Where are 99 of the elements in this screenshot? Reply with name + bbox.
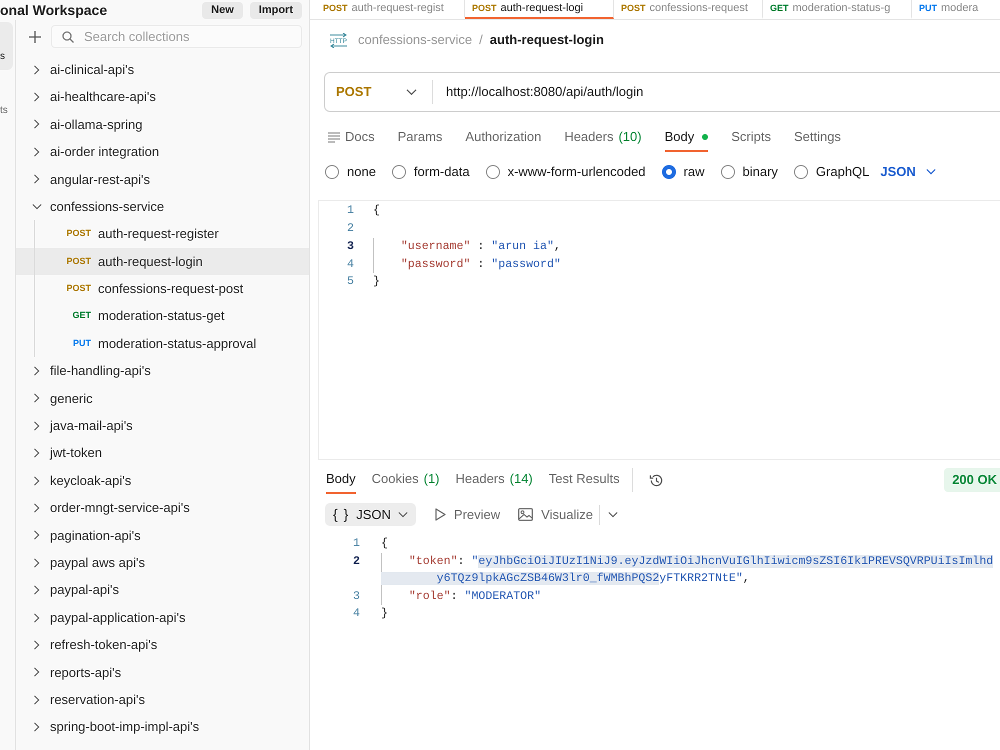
request-item[interactable]: POST auth-request-login xyxy=(16,248,309,276)
breadcrumb-separator: / xyxy=(479,31,483,50)
request-item[interactable]: GET moderation-status-get xyxy=(16,302,309,330)
collection-item[interactable]: jwt-token xyxy=(16,439,309,467)
code-line: "role": "MODERATOR" xyxy=(408,588,542,605)
method-dropdown[interactable]: POST xyxy=(325,73,432,111)
line-number: 4 xyxy=(352,606,360,622)
chevron-down-icon xyxy=(926,167,936,177)
collection-item[interactable]: keycloak-api's xyxy=(16,466,309,494)
play-icon xyxy=(434,508,446,521)
request-tab[interactable]: POST auth-request-logi xyxy=(465,0,614,19)
method-label: GET xyxy=(770,2,789,15)
method-label: POST xyxy=(65,227,91,240)
request-section-tab[interactable]: Scripts xyxy=(731,124,771,152)
request-section-tab[interactable]: Body xyxy=(664,124,708,152)
collection-item[interactable]: paypal aws api's xyxy=(16,549,309,576)
code-line: } xyxy=(373,274,380,290)
image-icon xyxy=(518,508,534,521)
body-type-option[interactable]: GraphQL xyxy=(794,162,870,182)
chevron-down-icon xyxy=(398,510,408,520)
line-number: 1 xyxy=(346,203,354,220)
method-label: GET xyxy=(71,309,91,322)
request-section-tab[interactable]: Params xyxy=(398,124,442,152)
line-number: 3 xyxy=(352,588,360,605)
method-label: PUT xyxy=(72,336,91,350)
collection-item[interactable]: paypal-application-api's xyxy=(16,604,309,632)
header-button[interactable]: New xyxy=(202,2,243,18)
text-lines-icon xyxy=(328,132,340,142)
collection-item[interactable]: confessions-service xyxy=(16,192,309,220)
method-label: PUT xyxy=(919,2,937,15)
collection-item[interactable]: generic xyxy=(16,384,309,412)
request-tab[interactable]: POST confessions-request xyxy=(614,0,763,19)
request-tab[interactable]: GET moderation-status-g xyxy=(763,0,912,19)
method-label: POST xyxy=(472,2,497,15)
body-type-option[interactable]: x-www-form-urlencoded xyxy=(486,162,646,182)
code-line: { xyxy=(373,203,380,220)
code-line: "username" : "arun ia", xyxy=(400,238,561,255)
collection-item[interactable]: java-mail-api's xyxy=(16,412,309,440)
clock-icon[interactable] xyxy=(648,472,664,488)
code-line: } xyxy=(381,606,388,622)
request-tab[interactable]: POST auth-request-regist xyxy=(316,0,465,19)
view-button[interactable]: Preview xyxy=(434,504,500,524)
body-type-option[interactable]: none xyxy=(325,162,376,182)
line-number: 3 xyxy=(346,238,354,255)
collection-item[interactable]: ai-ollama-spring xyxy=(16,110,309,138)
method-label: POST xyxy=(621,2,646,15)
line-number: 5 xyxy=(346,274,354,290)
collection-item[interactable]: reservation-api's xyxy=(16,686,309,714)
method-label: POST xyxy=(65,282,91,296)
request-item[interactable]: POST confessions-request-post xyxy=(16,275,309,303)
response-section-tab[interactable]: Test Results xyxy=(548,466,620,494)
request-item[interactable]: PUT moderation-status-approval xyxy=(16,330,309,358)
collection-item[interactable]: angular-rest-api's xyxy=(16,166,309,193)
format-dropdown[interactable]: JSON xyxy=(880,162,936,182)
collection-item[interactable]: reports-api's xyxy=(16,658,309,686)
request-title: auth-request-login xyxy=(490,31,604,50)
collection-item[interactable]: order-mngt-service-api's xyxy=(16,494,309,522)
collection-item[interactable]: ai-healthcare-api's xyxy=(16,83,309,111)
line-number: 4 xyxy=(346,256,354,273)
line-number: 1 xyxy=(352,536,360,552)
request-section-tab[interactable]: Docs xyxy=(328,124,375,152)
request-section-tab[interactable]: Settings xyxy=(794,124,841,152)
method-label: POST xyxy=(323,2,348,15)
collection-item[interactable]: ai-order integration xyxy=(16,138,309,166)
response-section-tab[interactable]: Cookies (1) xyxy=(372,466,440,494)
collection-item[interactable]: paypal-api's xyxy=(16,576,309,604)
workspace-title: onal Workspace xyxy=(0,0,108,20)
status-code: 200 OK xyxy=(944,468,1000,492)
collection-item[interactable]: pagination-api's xyxy=(16,522,309,550)
chevron-down-icon[interactable] xyxy=(608,510,618,520)
request-section-tab[interactable]: Headers (10) xyxy=(564,124,642,152)
line-number: 2 xyxy=(352,554,360,570)
rail-item[interactable]: ts xyxy=(0,70,13,120)
collection-item[interactable]: ai-clinical-api's xyxy=(16,56,309,84)
response-section-tab[interactable]: Body xyxy=(326,466,356,494)
code-line: "token": "eyJhbGciOiJIUzI1NiJ9.eyJzdWIiOiJhcnVuIGlhIiwicm9sZSI6Ik1PREVSQVRPUiIsImlhd xyxy=(408,554,994,570)
search-icon xyxy=(62,31,74,43)
rail-item[interactable]: s xyxy=(0,22,13,70)
body-type-option[interactable]: binary xyxy=(720,162,778,182)
plus-icon[interactable] xyxy=(29,30,41,42)
method-label: POST xyxy=(65,254,91,268)
code-line: "password" : "password" xyxy=(400,256,561,273)
search-field[interactable]: Search collections xyxy=(51,25,302,48)
view-button[interactable]: Visualize xyxy=(518,504,593,524)
url-field[interactable]: http://localhost:8080/api/auth/login xyxy=(433,82,644,102)
header-button[interactable]: Import xyxy=(250,2,302,18)
chevron-down-icon xyxy=(406,86,417,98)
body-type-option[interactable]: raw xyxy=(662,162,704,182)
response-section-tab[interactable]: Headers (14) xyxy=(456,466,533,494)
request-item[interactable]: POST auth-request-register xyxy=(16,220,309,248)
line-number: 2 xyxy=(346,221,354,237)
collection-item[interactable]: file-handling-api's xyxy=(16,357,309,385)
request-tab[interactable]: PUT modera xyxy=(912,0,986,19)
body-type-option[interactable]: form-data xyxy=(392,162,470,182)
request-section-tab[interactable]: Authorization xyxy=(465,124,542,152)
collection-item[interactable]: spring-boot-imp-impl-api's xyxy=(16,713,309,741)
code-line: { xyxy=(381,536,388,552)
collection-item[interactable]: refresh-token-api's xyxy=(16,631,309,659)
response-format-dropdown[interactable]: { } JSON xyxy=(325,503,416,526)
